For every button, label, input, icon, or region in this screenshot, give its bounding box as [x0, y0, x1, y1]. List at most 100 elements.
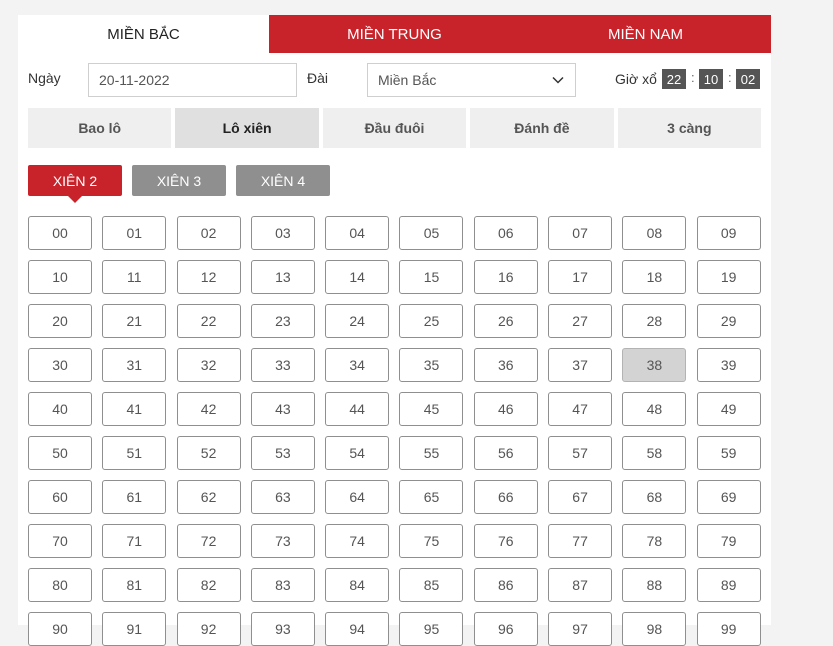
tab-danh-de[interactable]: Đánh đề	[470, 108, 614, 148]
number-button-27[interactable]: 27	[548, 304, 613, 338]
number-button-62[interactable]: 62	[176, 480, 241, 514]
number-button-18[interactable]: 18	[622, 260, 687, 294]
number-button-50[interactable]: 50	[28, 436, 92, 470]
number-button-43[interactable]: 43	[250, 392, 315, 426]
number-button-54[interactable]: 54	[325, 436, 390, 470]
number-button-53[interactable]: 53	[250, 436, 315, 470]
number-button-16[interactable]: 16	[473, 260, 538, 294]
number-button-32[interactable]: 32	[176, 348, 241, 382]
number-button-06[interactable]: 06	[473, 216, 538, 250]
number-button-60[interactable]: 60	[28, 480, 92, 514]
number-button-67[interactable]: 67	[548, 480, 613, 514]
number-button-15[interactable]: 15	[399, 260, 464, 294]
number-button-96[interactable]: 96	[473, 612, 538, 646]
number-button-36[interactable]: 36	[473, 348, 538, 382]
number-button-34[interactable]: 34	[325, 348, 390, 382]
number-button-44[interactable]: 44	[325, 392, 390, 426]
number-button-49[interactable]: 49	[696, 392, 761, 426]
number-button-39[interactable]: 39	[696, 348, 761, 382]
number-button-61[interactable]: 61	[102, 480, 167, 514]
number-button-95[interactable]: 95	[399, 612, 464, 646]
xien-4-button[interactable]: XIÊN 4	[236, 165, 330, 196]
number-button-00[interactable]: 00	[28, 216, 92, 250]
number-button-23[interactable]: 23	[250, 304, 315, 338]
date-field[interactable]: 20-11-2022	[88, 63, 297, 97]
number-button-90[interactable]: 90	[28, 612, 92, 646]
number-button-04[interactable]: 04	[325, 216, 390, 250]
number-button-45[interactable]: 45	[399, 392, 464, 426]
xien-3-button[interactable]: XIÊN 3	[132, 165, 226, 196]
number-button-41[interactable]: 41	[102, 392, 167, 426]
number-button-75[interactable]: 75	[399, 524, 464, 558]
number-button-52[interactable]: 52	[176, 436, 241, 470]
number-button-88[interactable]: 88	[622, 568, 687, 602]
number-button-81[interactable]: 81	[102, 568, 167, 602]
number-button-21[interactable]: 21	[102, 304, 167, 338]
number-button-91[interactable]: 91	[102, 612, 167, 646]
number-button-64[interactable]: 64	[325, 480, 390, 514]
number-button-37[interactable]: 37	[548, 348, 613, 382]
tab-bao-lo[interactable]: Bao lô	[28, 108, 172, 148]
number-button-13[interactable]: 13	[250, 260, 315, 294]
number-button-93[interactable]: 93	[250, 612, 315, 646]
number-button-42[interactable]: 42	[176, 392, 241, 426]
number-button-10[interactable]: 10	[28, 260, 92, 294]
number-button-57[interactable]: 57	[548, 436, 613, 470]
number-button-80[interactable]: 80	[28, 568, 92, 602]
number-button-35[interactable]: 35	[399, 348, 464, 382]
number-button-29[interactable]: 29	[696, 304, 761, 338]
number-button-78[interactable]: 78	[622, 524, 687, 558]
station-select[interactable]: Miền Bắc	[367, 63, 576, 97]
number-button-24[interactable]: 24	[325, 304, 390, 338]
number-button-20[interactable]: 20	[28, 304, 92, 338]
number-button-70[interactable]: 70	[28, 524, 92, 558]
number-button-19[interactable]: 19	[696, 260, 761, 294]
number-button-11[interactable]: 11	[102, 260, 167, 294]
number-button-63[interactable]: 63	[250, 480, 315, 514]
number-button-94[interactable]: 94	[325, 612, 390, 646]
number-button-92[interactable]: 92	[176, 612, 241, 646]
number-button-83[interactable]: 83	[250, 568, 315, 602]
number-button-72[interactable]: 72	[176, 524, 241, 558]
number-button-25[interactable]: 25	[399, 304, 464, 338]
number-button-01[interactable]: 01	[102, 216, 167, 250]
number-button-73[interactable]: 73	[250, 524, 315, 558]
number-button-14[interactable]: 14	[325, 260, 390, 294]
number-button-89[interactable]: 89	[696, 568, 761, 602]
number-button-79[interactable]: 79	[696, 524, 761, 558]
number-button-17[interactable]: 17	[548, 260, 613, 294]
number-button-86[interactable]: 86	[473, 568, 538, 602]
number-button-55[interactable]: 55	[399, 436, 464, 470]
number-button-38[interactable]: 38	[622, 348, 687, 382]
number-button-07[interactable]: 07	[548, 216, 613, 250]
number-button-12[interactable]: 12	[176, 260, 241, 294]
number-button-03[interactable]: 03	[250, 216, 315, 250]
number-button-08[interactable]: 08	[622, 216, 687, 250]
tab-mien-nam[interactable]: MIỀN NAM	[520, 15, 771, 53]
number-button-69[interactable]: 69	[696, 480, 761, 514]
number-button-28[interactable]: 28	[622, 304, 687, 338]
number-button-33[interactable]: 33	[250, 348, 315, 382]
number-button-77[interactable]: 77	[548, 524, 613, 558]
number-button-47[interactable]: 47	[548, 392, 613, 426]
number-button-56[interactable]: 56	[473, 436, 538, 470]
number-button-02[interactable]: 02	[176, 216, 241, 250]
number-button-68[interactable]: 68	[622, 480, 687, 514]
number-button-46[interactable]: 46	[473, 392, 538, 426]
xien-2-button[interactable]: XIÊN 2	[28, 165, 122, 203]
number-button-48[interactable]: 48	[622, 392, 687, 426]
number-button-40[interactable]: 40	[28, 392, 92, 426]
number-button-22[interactable]: 22	[176, 304, 241, 338]
number-button-74[interactable]: 74	[325, 524, 390, 558]
number-button-85[interactable]: 85	[399, 568, 464, 602]
number-button-09[interactable]: 09	[696, 216, 761, 250]
number-button-98[interactable]: 98	[622, 612, 687, 646]
number-button-82[interactable]: 82	[176, 568, 241, 602]
number-button-87[interactable]: 87	[548, 568, 613, 602]
tab-mien-trung[interactable]: MIỀN TRUNG	[269, 15, 520, 53]
tab-3-cang[interactable]: 3 càng	[617, 108, 762, 148]
tab-lo-xien[interactable]: Lô xiên	[175, 108, 319, 148]
number-button-26[interactable]: 26	[473, 304, 538, 338]
number-button-59[interactable]: 59	[696, 436, 761, 470]
tab-mien-bac[interactable]: MIỀN BẮC	[18, 15, 269, 53]
